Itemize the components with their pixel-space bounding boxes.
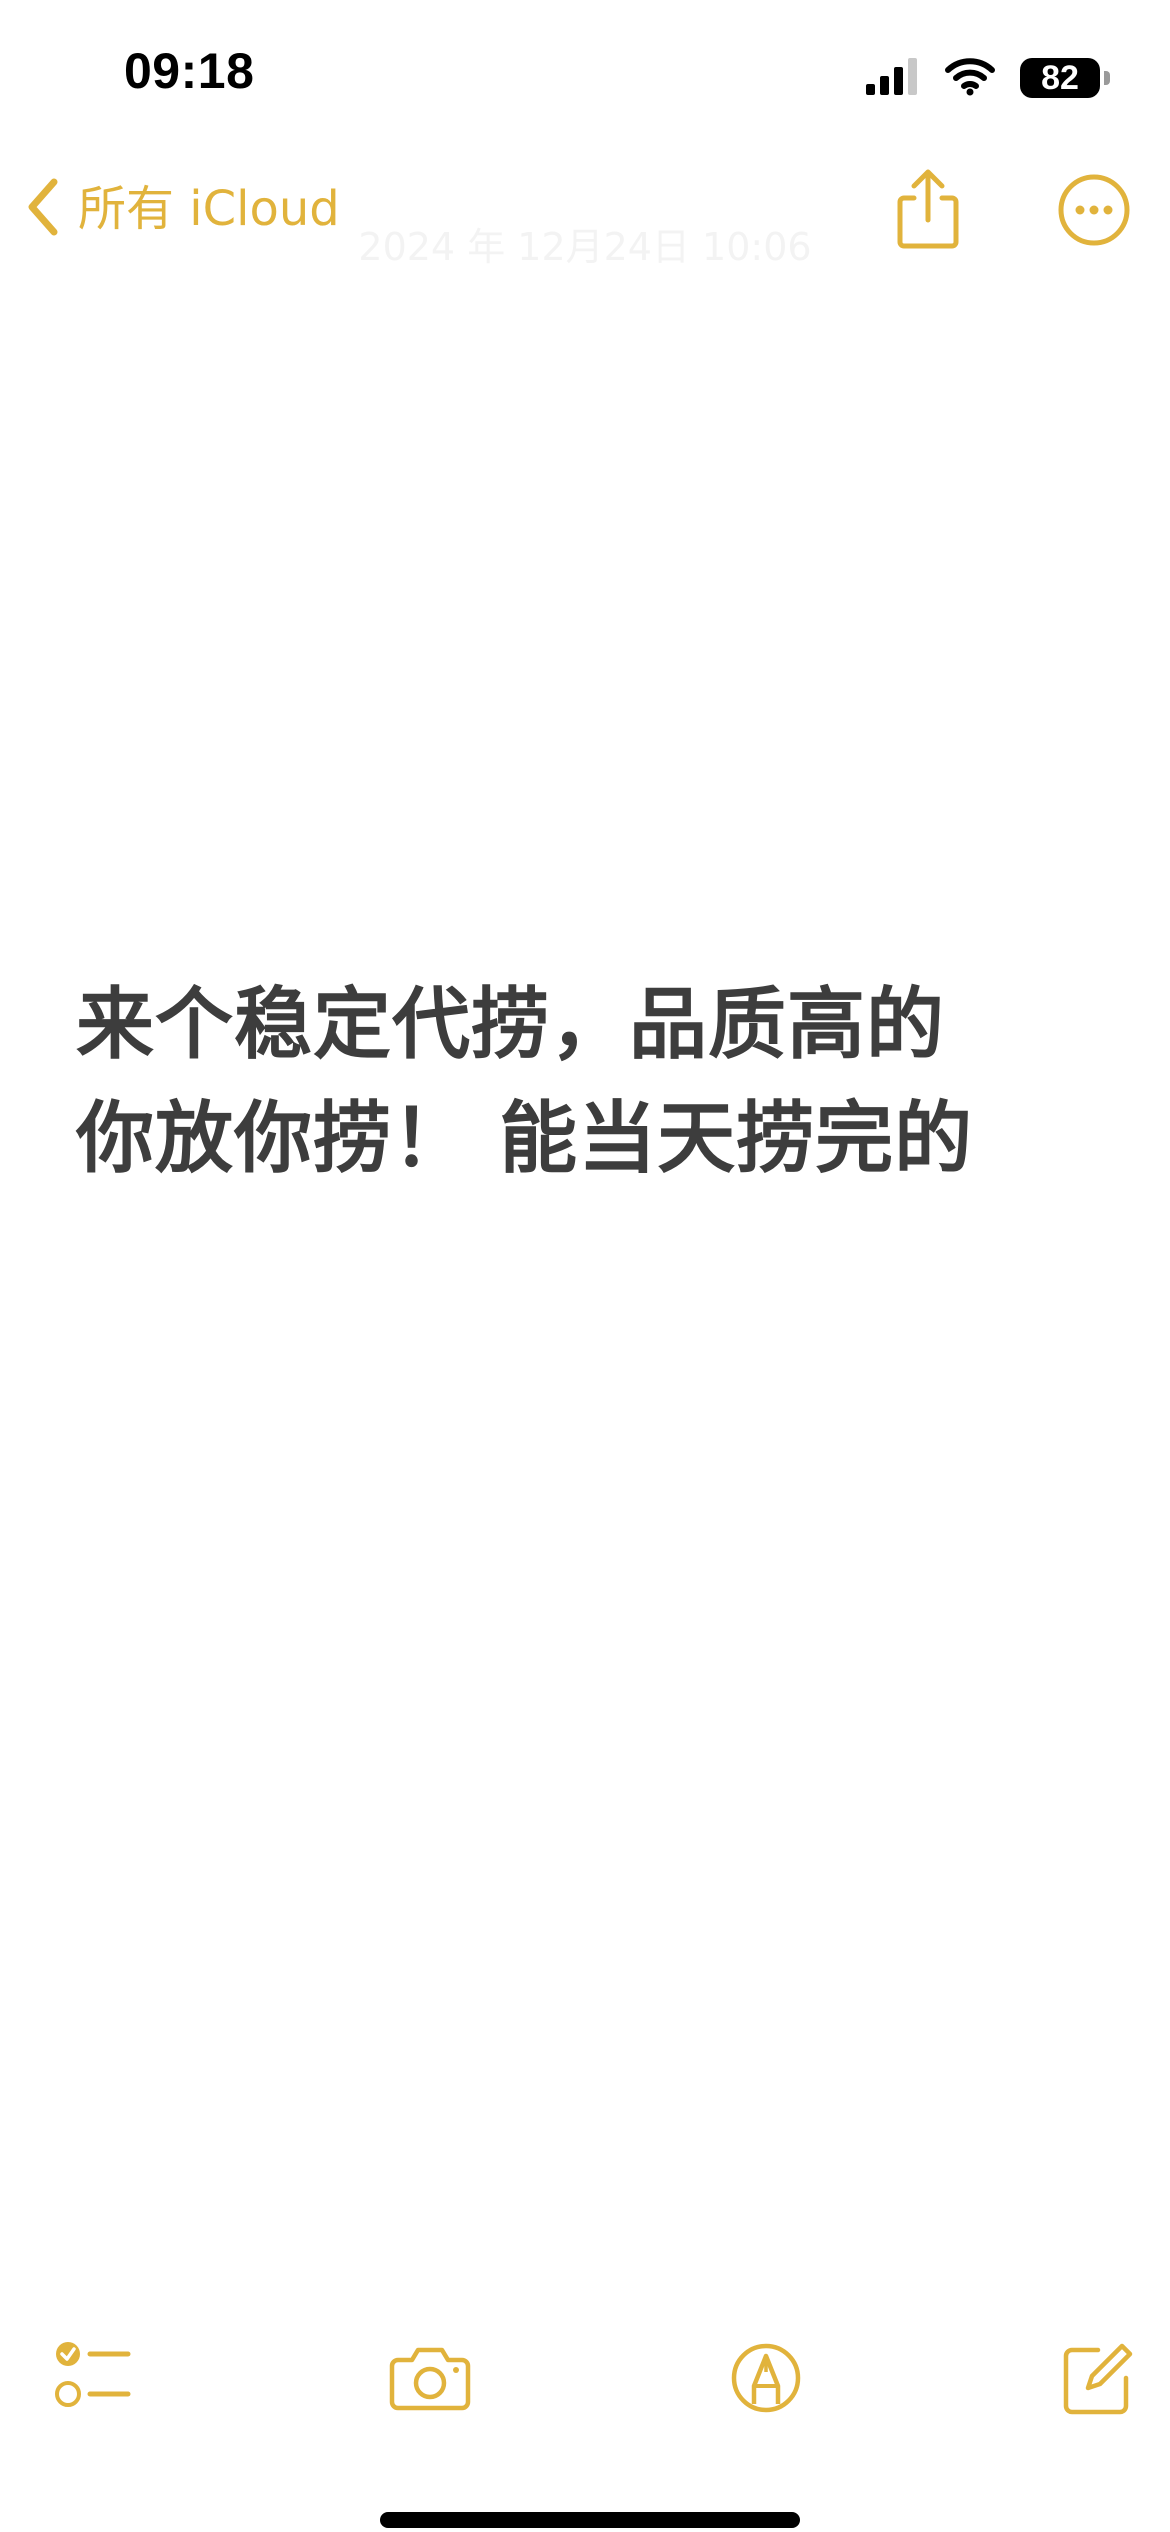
status-icons: 82 bbox=[864, 54, 1110, 102]
camera-button[interactable] bbox=[388, 2344, 472, 2412]
note-line: 来个稳定代捞，品质高的 bbox=[76, 980, 946, 1070]
checklist-icon bbox=[54, 2342, 134, 2416]
battery-cap bbox=[1104, 71, 1110, 85]
checklist-button[interactable] bbox=[54, 2340, 134, 2412]
compose-icon bbox=[1058, 2343, 1136, 2422]
camera-icon bbox=[388, 2347, 472, 2416]
status-time: 09:18 bbox=[124, 43, 255, 99]
markup-icon bbox=[730, 2343, 802, 2418]
note-line: 你放你捞！ 能当天捞完的 bbox=[76, 1094, 974, 1184]
note-body[interactable]: 来个稳定代捞，品质高的 你放你捞！ 能当天捞完的 bbox=[76, 968, 1096, 1196]
wifi-icon bbox=[944, 56, 996, 100]
back-label: 所有 iCloud bbox=[78, 181, 340, 237]
signal-icon bbox=[864, 56, 920, 100]
markup-button[interactable] bbox=[730, 2342, 802, 2414]
battery-level: 82 bbox=[1041, 59, 1079, 97]
battery-icon: 82 bbox=[1020, 58, 1110, 98]
compose-button[interactable] bbox=[1058, 2340, 1136, 2418]
note-date: 2024 年 12月24日 10:06 bbox=[358, 225, 812, 269]
home-indicator[interactable] bbox=[380, 2512, 800, 2528]
